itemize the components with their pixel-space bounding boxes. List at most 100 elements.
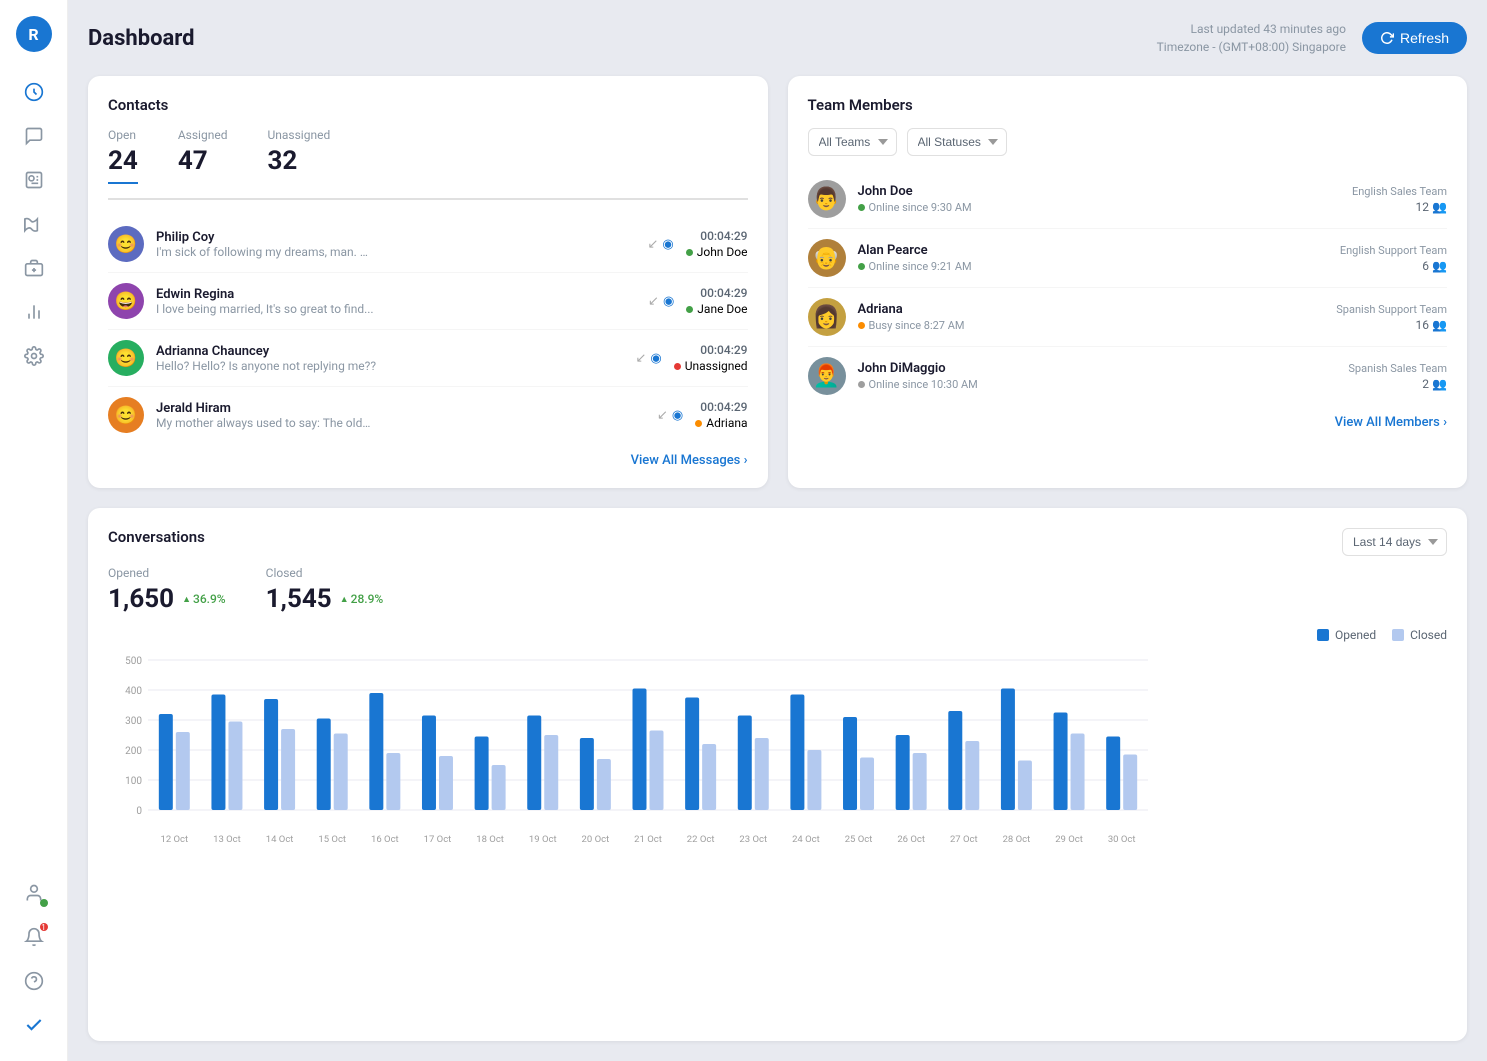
svg-text:500: 500 [125,656,142,667]
member-count-icon: 👥 [1432,200,1447,214]
sidebar-item-settings[interactable] [14,336,54,376]
contact-info: Philip Coy I'm sick of following my drea… [156,230,635,259]
user-avatar[interactable]: R [16,16,52,52]
page-title: Dashboard [88,26,195,51]
svg-text:26 Oct: 26 Oct [897,834,925,845]
channel-icon: ◉ [663,294,674,309]
reply-icon: ↙ [657,408,668,423]
svg-text:100: 100 [125,776,142,787]
contact-info: Adrianna Chauncey Hello? Hello? Is anyon… [156,344,624,373]
sidebar-item-analytics[interactable] [14,292,54,332]
conversations-title: Conversations [108,528,205,546]
sidebar-item-contacts[interactable] [14,160,54,200]
team-member[interactable]: 👴 Alan Pearce Online since 9:21 AM Engli… [808,229,1448,288]
member-list: 👨 John Doe Online since 9:30 AM English … [808,170,1448,405]
conversations-card: Conversations Last 14 days Opened 1,650 … [88,508,1467,1041]
bar-chart: 010020030040050012 Oct13 Oct14 Oct15 Oct… [108,650,1158,850]
member-count-icon: 👥 [1432,318,1447,332]
contact-channel-icons: ↙ ◉ [636,351,662,366]
contact-list: 😊 Philip Coy I'm sick of following my dr… [108,216,748,443]
member-avatar: 👨‍🦰 [808,357,846,395]
sidebar-item-team[interactable] [14,248,54,288]
filter-statuses[interactable]: All Statuses [907,128,1007,156]
cards-row: Contacts Open 24 Assigned 47 Unassigned … [88,76,1467,488]
closed-change: 28.9% [340,592,384,606]
team-member[interactable]: 👨 John Doe Online since 9:30 AM English … [808,170,1448,229]
contact-avatar: 😊 [108,226,144,262]
member-count-icon: 👥 [1432,259,1447,273]
svg-text:0: 0 [136,806,142,817]
member-status-dot [858,263,865,270]
channel-icon: ◉ [662,237,673,252]
contact-channel-icons: ↙ ◉ [647,237,673,252]
member-status-dot [858,204,865,211]
view-all-messages[interactable]: View All Messages › [108,453,748,468]
contact-item[interactable]: 😊 Philip Coy I'm sick of following my dr… [108,216,748,273]
svg-text:400: 400 [125,686,142,697]
stat-assigned: Assigned 47 [178,128,228,184]
svg-text:21 Oct: 21 Oct [634,834,662,845]
sidebar-item-checkmark[interactable] [14,1005,54,1045]
sidebar: R 1 [0,0,68,1061]
view-all-members[interactable]: View All Members › [808,415,1448,430]
svg-text:25 Oct: 25 Oct [845,834,873,845]
conversations-header: Conversations Last 14 days [108,528,1447,556]
contact-right: 00:04:29 Unassigned [674,343,748,373]
svg-text:22 Oct: 22 Oct [687,834,715,845]
member-right: Spanish Sales Team 2 👥 [1348,362,1447,391]
contacts-card: Contacts Open 24 Assigned 47 Unassigned … [88,76,768,488]
contact-item[interactable]: 😊 Adrianna Chauncey Hello? Hello? Is any… [108,330,748,387]
filter-teams[interactable]: All Teams [808,128,897,156]
reply-icon: ↙ [647,237,658,252]
period-select[interactable]: Last 14 days [1342,528,1447,556]
reply-icon: ↙ [636,351,647,366]
svg-text:12 Oct: 12 Oct [160,834,188,845]
team-member[interactable]: 👩 Adriana Busy since 8:27 AM Spanish Sup… [808,288,1448,347]
member-info: John Doe Online since 9:30 AM [858,184,1340,214]
legend-opened-color [1317,629,1329,641]
legend-closed: Closed [1392,628,1447,642]
refresh-button[interactable]: Refresh [1362,22,1467,54]
sidebar-item-profile[interactable] [14,873,54,913]
contacts-title: Contacts [108,96,748,114]
sidebar-item-messages[interactable] [14,116,54,156]
member-info: Adriana Busy since 8:27 AM [858,302,1325,332]
member-count-icon: 👥 [1432,377,1447,391]
stat-closed: Closed 1,545 28.9% [266,566,384,614]
sidebar-item-notifications[interactable]: 1 [14,917,54,957]
svg-text:20 Oct: 20 Oct [582,834,610,845]
contact-item[interactable]: 😄 Edwin Regina I love being married, It'… [108,273,748,330]
contact-item[interactable]: 😊 Jerald Hiram My mother always used to … [108,387,748,443]
conversations-stats: Opened 1,650 36.9% Closed 1,545 28.9% [108,566,1447,614]
member-avatar: 👩 [808,298,846,336]
sidebar-item-help[interactable] [14,961,54,1001]
team-filters: All Teams All Statuses [808,128,1448,156]
contact-avatar: 😄 [108,283,144,319]
contact-channel-icons: ↙ ◉ [657,408,683,423]
svg-text:19 Oct: 19 Oct [529,834,557,845]
contact-right: 00:04:29 Adriana [695,400,747,430]
legend-opened: Opened [1317,628,1376,642]
last-updated: Last updated 43 minutes ago Timezone - (… [1157,20,1346,56]
agent-status-dot [695,420,702,427]
header-right: Last updated 43 minutes ago Timezone - (… [1157,20,1467,56]
svg-text:28 Oct: 28 Oct [1003,834,1031,845]
contact-avatar: 😊 [108,397,144,433]
contacts-stats: Open 24 Assigned 47 Unassigned 32 [108,128,748,200]
online-badge [40,899,48,907]
svg-text:15 Oct: 15 Oct [318,834,346,845]
team-member[interactable]: 👨‍🦰 John DiMaggio Online since 10:30 AM … [808,347,1448,405]
agent-status-dot [686,306,693,313]
team-card: Team Members All Teams All Statuses 👨 Jo… [788,76,1468,488]
svg-text:27 Oct: 27 Oct [950,834,978,845]
sidebar-item-reports[interactable] [14,204,54,244]
channel-icon: ◉ [672,408,683,423]
svg-text:16 Oct: 16 Oct [371,834,399,845]
opened-change: 36.9% [182,592,226,606]
contact-right: 00:04:29 John Doe [686,229,748,259]
svg-text:200: 200 [125,746,142,757]
sidebar-item-dashboard[interactable] [14,72,54,112]
contact-channel-icons: ↙ ◉ [648,294,674,309]
team-title: Team Members [808,96,1448,114]
member-info: John DiMaggio Online since 10:30 AM [858,361,1337,391]
